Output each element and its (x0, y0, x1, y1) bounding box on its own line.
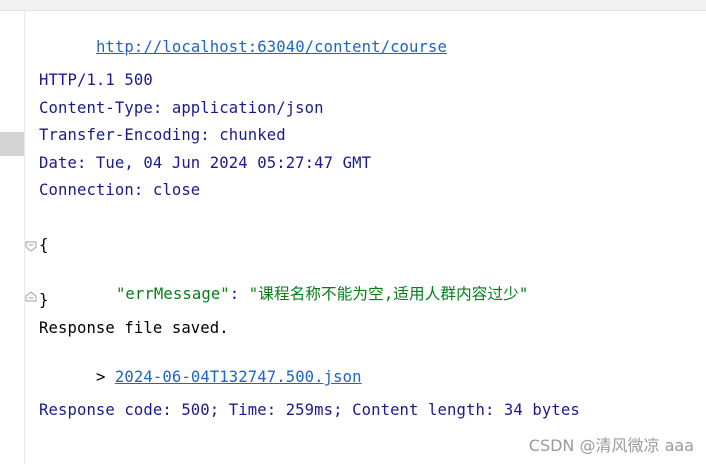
json-entry: "errMessage": "课程名称不能为空,适用人群内容过少" (59, 261, 528, 303)
saved-file-prefix: > (95, 368, 115, 386)
header-transfer-encoding: Transfer-Encoding: chunked (39, 126, 286, 144)
json-colon: : (229, 285, 249, 303)
header-connection: Connection: close (39, 181, 201, 199)
saved-file-line: > 2024-06-04T132747.500.json (39, 344, 362, 386)
http-client-response-view: http://localhost:63040/content/course HT… (0, 0, 706, 464)
editor-gutter (0, 11, 25, 464)
json-close-brace: } (39, 291, 49, 309)
status-line: HTTP/1.1 500 (39, 71, 153, 89)
json-key: "errMessage" (115, 285, 230, 303)
json-open-brace: { (39, 236, 49, 254)
response-saved-text: Response file saved. (39, 319, 229, 337)
header-date: Date: Tue, 04 Jun 2024 05:27:47 GMT (39, 154, 372, 172)
fold-open-icon[interactable] (25, 240, 37, 252)
fold-close-icon[interactable] (25, 291, 37, 303)
watermark: CSDN @清风微凉 aaa (528, 436, 694, 455)
request-url-line: http://localhost:63040/content/course (39, 14, 447, 56)
request-url-link[interactable]: http://localhost:63040/content/course (96, 38, 447, 56)
json-value: "课程名称不能为空,适用人群内容过少" (248, 285, 529, 303)
gutter-marker (0, 132, 24, 156)
response-summary: Response code: 500; Time: 259ms; Content… (39, 401, 580, 419)
top-toolbar-strip (0, 0, 706, 11)
header-content-type: Content-Type: application/json (39, 99, 324, 117)
saved-file-link[interactable]: 2024-06-04T132747.500.json (115, 368, 362, 386)
